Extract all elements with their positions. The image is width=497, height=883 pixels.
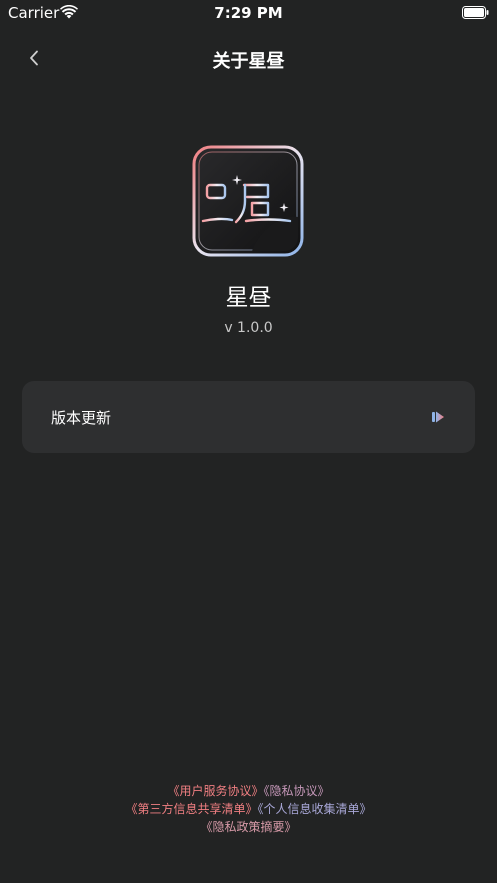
about-screen: Carrier 7:29 PM 关于星昼 星昼 v 1.0.0 版本更新 《用户…: [0, 0, 497, 883]
version-update-label: 版本更新: [51, 409, 112, 427]
navigation-bar: 关于星昼: [0, 38, 497, 78]
personal-info-collection-link[interactable]: 《个人信息收集清单》: [258, 802, 372, 816]
clock: 7:29 PM: [214, 4, 283, 22]
user-agreement-link[interactable]: 《用户服务协议》: [167, 784, 263, 798]
status-bar: Carrier 7:29 PM: [0, 0, 497, 26]
legal-links-row-3: 《隐私政策摘要》: [0, 818, 497, 836]
legal-links-row-2: 《第三方信息共享清单》《个人信息收集清单》: [0, 800, 497, 818]
app-version: v 1.0.0: [224, 320, 273, 336]
privacy-summary-link[interactable]: 《隐私政策摘要》: [200, 820, 296, 834]
battery-icon: [462, 6, 489, 19]
version-update-item[interactable]: 版本更新: [22, 381, 475, 453]
privacy-agreement-link[interactable]: 《隐私协议》: [264, 784, 330, 798]
page-title: 关于星昼: [212, 51, 285, 72]
arrow-right-icon: [432, 411, 444, 423]
third-party-sharing-link[interactable]: 《第三方信息共享清单》: [125, 802, 257, 816]
app-logo: [192, 145, 304, 257]
app-name: 星昼: [225, 285, 272, 311]
legal-links-row-1: 《用户服务协议》《隐私协议》: [0, 782, 497, 800]
legal-links: 《用户服务协议》《隐私协议》 《第三方信息共享清单》《个人信息收集清单》 《隐私…: [0, 782, 497, 836]
